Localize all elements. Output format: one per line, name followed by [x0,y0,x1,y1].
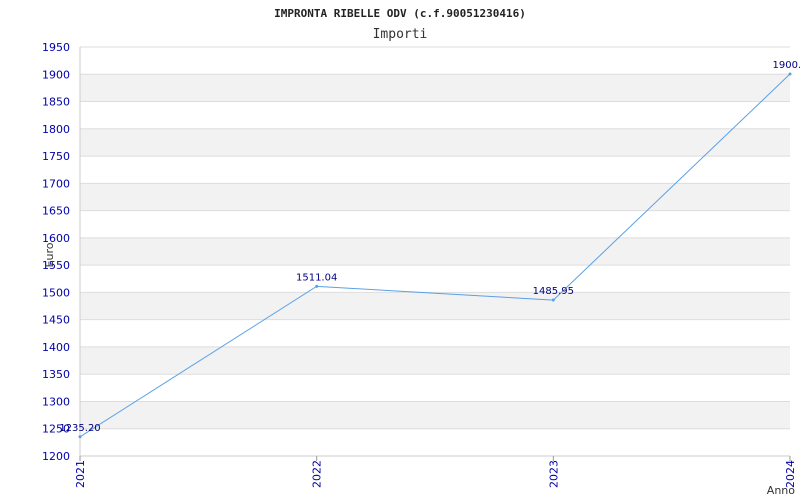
y-tick-label: 1750 [42,150,70,163]
data-label: 1485.95 [533,286,574,297]
data-point [788,72,792,76]
x-tick-label: 2023 [547,460,560,488]
grid-band [80,237,790,266]
y-tick-label: 1450 [42,314,70,327]
grid-bands [80,74,790,429]
y-tick-label: 1300 [42,395,70,408]
grid-band [80,292,790,320]
y-tick-label: 1200 [42,450,70,463]
y-tick-label: 1800 [42,123,70,136]
y-tick-label: 1650 [42,205,70,218]
y-axis-label: Euro [43,242,56,267]
data-point [78,435,82,439]
data-label: 1235.20 [59,423,100,434]
grid-band [80,346,790,375]
chart-title: IMPRONTA RIBELLE ODV (c.f.90051230416) [274,7,526,20]
grid-band [80,183,790,211]
y-tick-label: 1950 [42,41,70,54]
x-axis-label: Anno [767,484,795,497]
y-tick-label: 1700 [42,177,70,190]
grid-band [80,128,790,157]
line-chart: IMPRONTA RIBELLE ODV (c.f.90051230416) I… [42,7,800,497]
grid-band [80,74,790,102]
x-tick-label: 2021 [74,460,87,488]
data-label: 1511.04 [296,272,337,283]
data-point [551,298,555,302]
data-point [315,284,319,288]
y-tick-label: 1400 [42,341,70,354]
chart-subtitle: Importi [373,27,428,42]
y-tick-label: 1850 [42,96,70,109]
y-tick-label: 1900 [42,68,70,81]
data-label: 1900.4 [773,60,800,71]
chart-container: IMPRONTA RIBELLE ODV (c.f.90051230416) I… [0,0,800,500]
grid-band [80,401,790,429]
x-tick-labels: 2021 2022 2023 2024 [74,456,797,488]
y-tick-label: 1500 [42,286,70,299]
x-tick-label: 2022 [311,460,324,488]
y-tick-label: 1350 [42,368,70,381]
